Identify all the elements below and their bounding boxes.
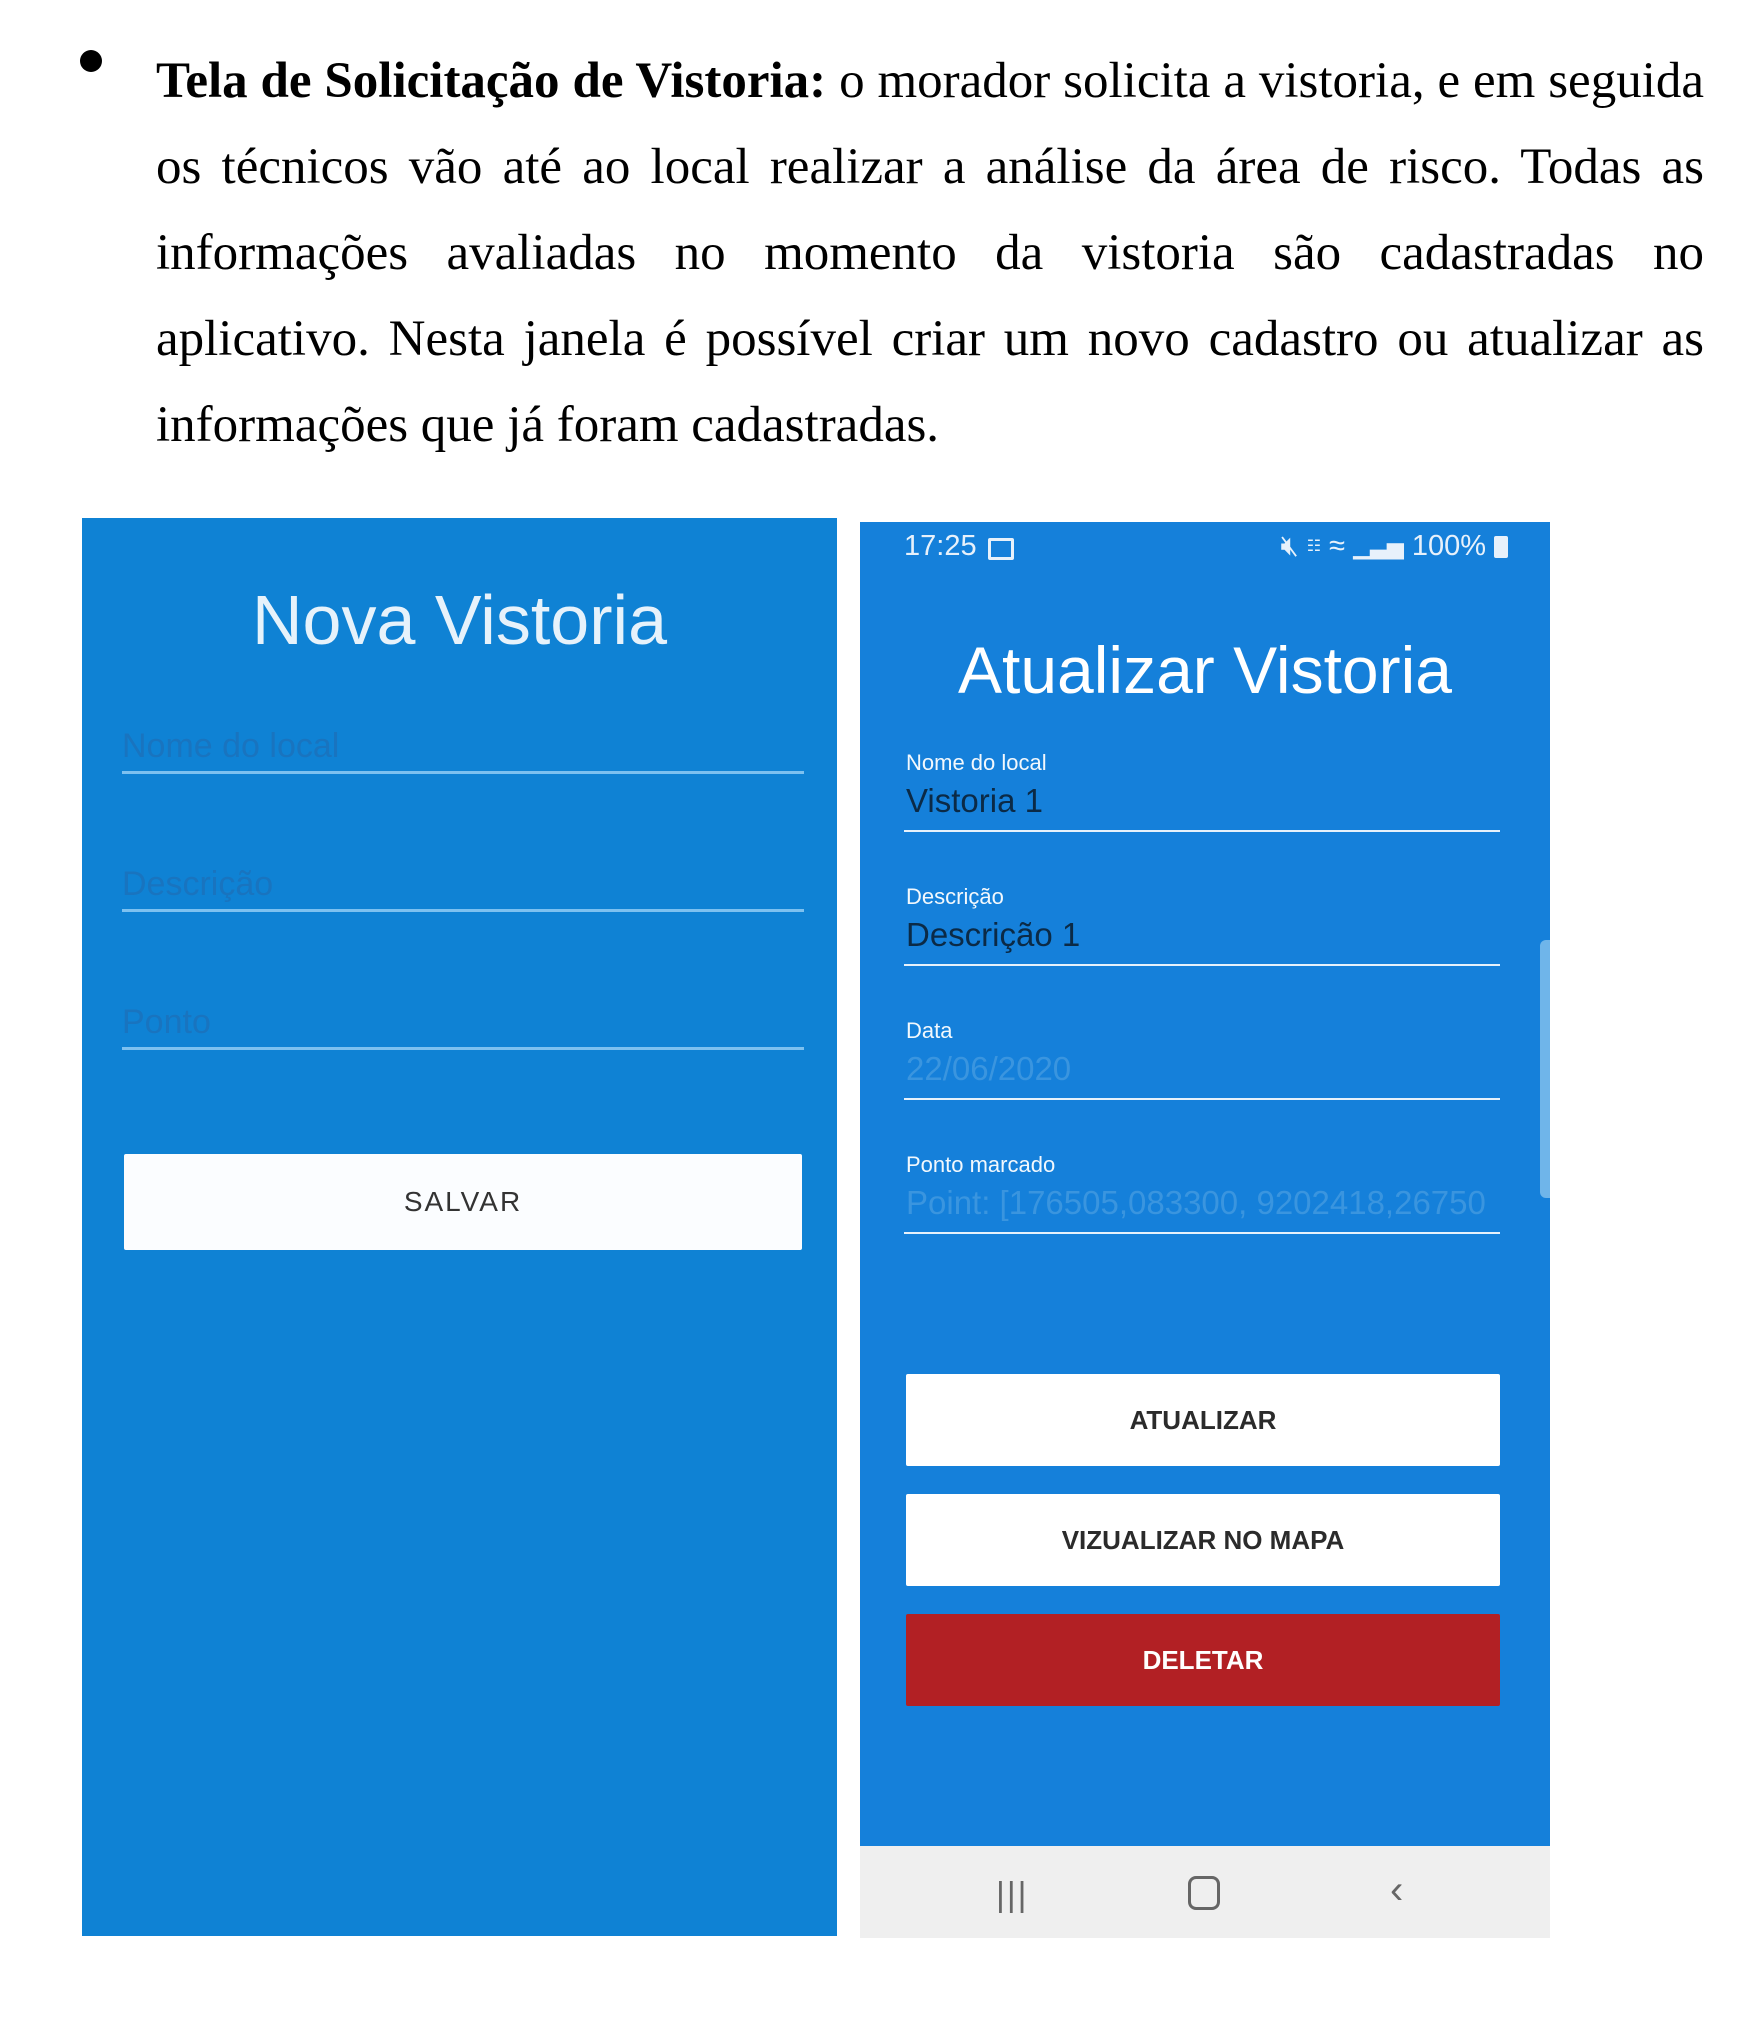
navigation-bar: ||| ‹ [860,1846,1550,1938]
data-value: 22/06/2020 [906,1050,1072,1087]
home-icon[interactable] [1188,1876,1220,1910]
field-underline [904,830,1500,832]
page-title: Nova Vistoria [251,581,667,659]
wifi-icon: ≈ [1329,530,1346,562]
status-time: 17:25 [904,530,977,562]
page-title: Atualizar Vistoria [957,633,1452,707]
ponto-marcado-label: Ponto marcado [906,1152,1056,1177]
nome-do-local-placeholder: Nome do local [122,727,340,765]
field-underline [904,964,1500,966]
status-icons: 🔇︎ ☷ ≈ ▁▃▅ 100% [1281,530,1508,563]
volte-icon: ☷ [1306,537,1322,555]
paragraph-lead: Tela de Solicitação de Vistoria: [156,53,827,109]
signal-icon: ▁▃▅ [1353,533,1404,559]
bullet-icon [80,50,102,72]
ponto-field[interactable]: Ponto [122,1003,804,1050]
deletar-button[interactable]: DELETAR [906,1614,1500,1706]
ponto-marcado-value: Point: [176505,083300, 9202418,26750 [906,1184,1486,1221]
status-bar: 17:25 🔇︎ ☷ ≈ ▁▃▅ 100% [860,522,1550,580]
data-label: Data [906,1018,953,1043]
vizualizar-no-mapa-button[interactable]: VIZUALIZAR NO MAPA [906,1494,1500,1586]
descricao-label: Descrição [906,884,1004,909]
gallery-icon [988,538,1014,560]
nome-do-local-field[interactable]: Nome do local [122,727,804,774]
descricao-value: Descrição 1 [906,916,1081,953]
descricao-field[interactable]: Descrição Descrição 1 [904,884,1500,966]
descricao-placeholder: Descrição [122,865,274,903]
nome-do-local-label: Nome do local [906,750,1047,775]
ponto-placeholder: Ponto [122,1003,211,1041]
nome-do-local-field[interactable]: Nome do local Vistoria 1 [904,750,1500,832]
paragraph-body: o morador solicita a vistoria, e em segu… [156,53,1705,453]
battery-percent: 100% [1411,530,1486,562]
scroll-handle[interactable] [1540,940,1550,1198]
ponto-marcado-field[interactable]: Ponto marcado Point: [176505,083300, 920… [904,1152,1500,1234]
paragraph: Tela de Solicitação de Vistoria: o morad… [156,38,1704,468]
atualizar-button[interactable]: ATUALIZAR [906,1374,1500,1466]
atualizar-vistoria-screen: 17:25 🔇︎ ☷ ≈ ▁▃▅ 100% Atualizar Vistoria… [860,522,1550,1938]
battery-icon [1494,535,1508,558]
mute-icon: 🔇︎ [1280,530,1299,562]
salvar-button[interactable]: SALVAR [124,1154,802,1250]
nova-vistoria-screen: Nova Vistoria Nome do local Descrição Po… [82,518,837,1936]
field-underline [904,1232,1500,1234]
data-field[interactable]: Data 22/06/2020 [904,1018,1500,1100]
descricao-field[interactable]: Descrição [122,865,804,912]
field-underline [904,1098,1500,1100]
recent-apps-icon[interactable]: ||| [996,1876,1029,1915]
nome-do-local-value: Vistoria 1 [906,782,1043,819]
field-underline [122,909,804,912]
back-icon[interactable]: ‹ [1390,1868,1403,1913]
field-underline [122,1047,804,1050]
field-underline [122,771,804,774]
